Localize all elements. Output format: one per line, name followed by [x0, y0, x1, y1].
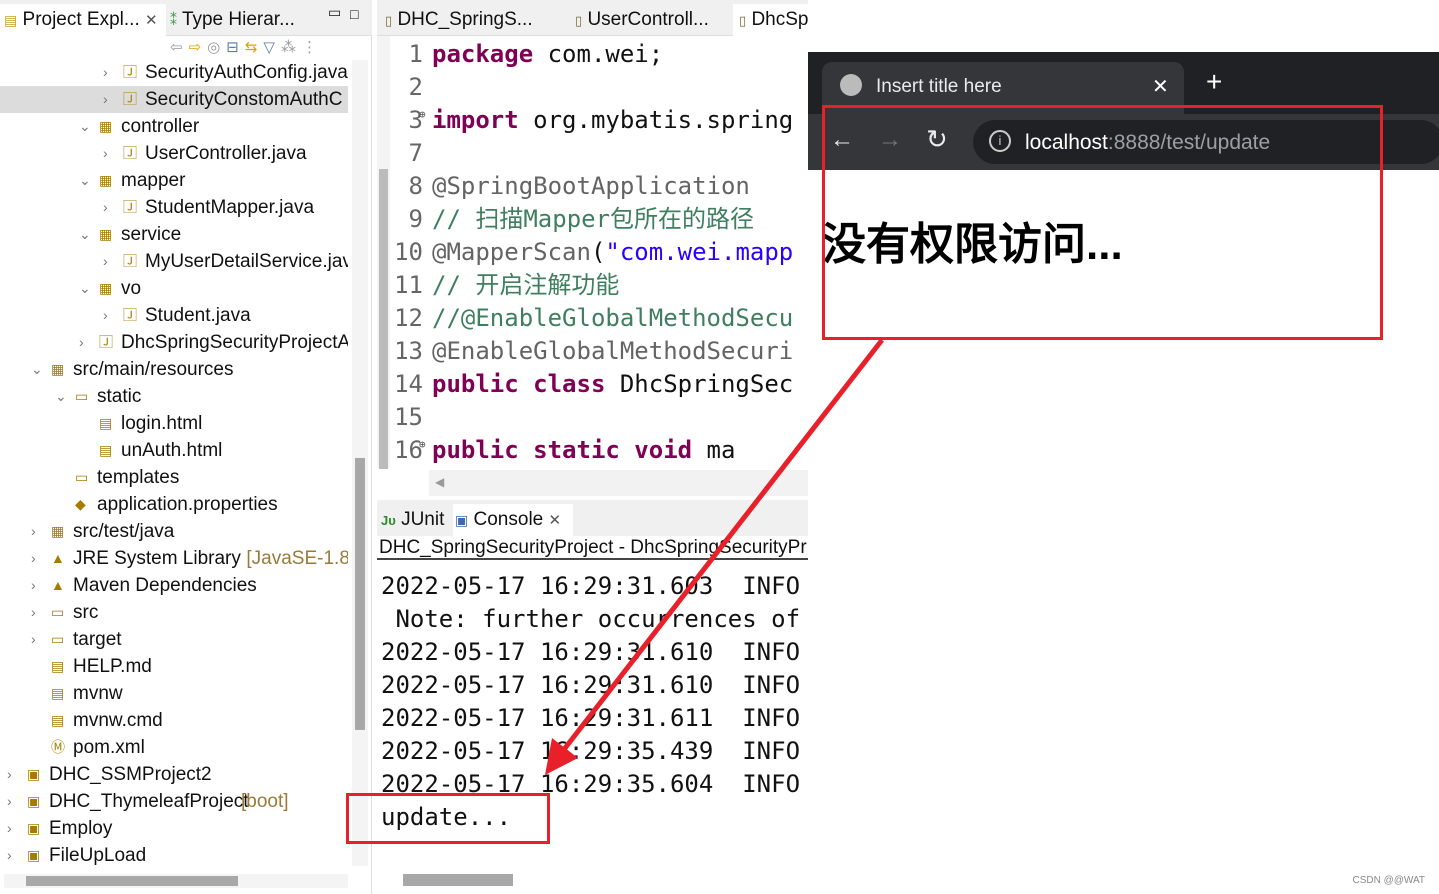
- arrow-head: [545, 738, 578, 775]
- annotation-arrow: [545, 338, 884, 775]
- arrow-line: [560, 338, 884, 754]
- watermark: CSDN @@WAT: [1352, 875, 1425, 886]
